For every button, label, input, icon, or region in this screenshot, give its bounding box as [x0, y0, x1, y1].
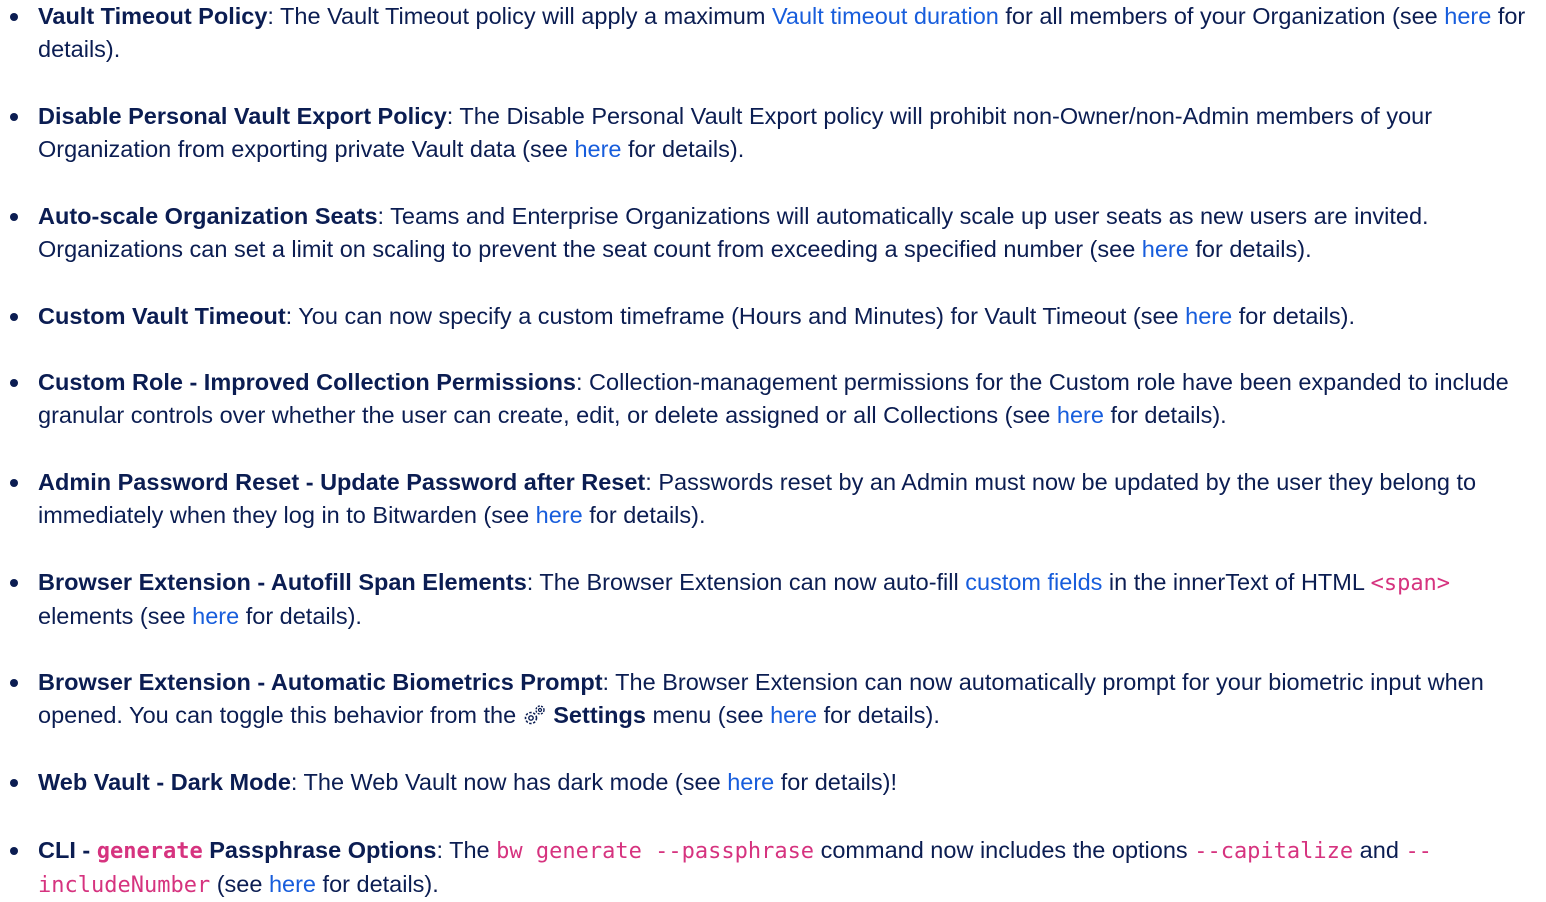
item-text: for details).: [1188, 236, 1312, 262]
span-code: <span>: [1370, 571, 1451, 596]
list-item: CLI - generate Passphrase Options: The b…: [10, 834, 1528, 902]
here-link[interactable]: here: [536, 502, 583, 528]
item-title: Vault Timeout Policy: [38, 3, 268, 29]
here-link[interactable]: here: [1185, 303, 1232, 329]
item-text: for details).: [621, 136, 745, 162]
list-item: Browser Extension - Autofill Span Elemen…: [10, 566, 1528, 633]
bullet: [10, 213, 18, 221]
capitalize-code: --capitalize: [1194, 839, 1354, 864]
item-text: : The: [436, 837, 497, 863]
item-title: Admin Password Reset - Update Password a…: [38, 469, 646, 495]
gears-icon: [523, 702, 547, 725]
item-text: for details).: [817, 702, 940, 728]
item-text: for details)!: [774, 769, 898, 795]
bullet: [10, 479, 18, 487]
item-text: in the innerText of HTML: [1102, 569, 1371, 595]
item-title: Custom Vault Timeout: [38, 303, 286, 329]
list-item: Admin Password Reset - Update Password a…: [10, 466, 1528, 532]
item-text: for details).: [1103, 402, 1227, 428]
command-code: bw generate --passphrase: [496, 839, 815, 864]
item-text: : The Web Vault now has dark mode (see: [290, 769, 728, 795]
item-title: CLI -: [38, 837, 97, 863]
bullet: [10, 379, 18, 387]
item-text: for details).: [239, 603, 362, 629]
item-text: for details).: [1232, 303, 1355, 329]
item-text: elements (see: [38, 603, 193, 629]
vault-timeout-duration-link[interactable]: Vault timeout duration: [772, 3, 999, 29]
bullet: [10, 579, 18, 587]
item-text: for details).: [316, 871, 439, 897]
item-title: Custom Role - Improved Collection Permis…: [38, 369, 576, 395]
item-title: Passphrase Options: [202, 837, 437, 863]
list-item: Browser Extension - Automatic Biometrics…: [10, 666, 1528, 732]
item-text: and: [1353, 837, 1406, 863]
item-text: for details).: [582, 502, 706, 528]
item-title: Browser Extension - Autofill Span Elemen…: [38, 569, 527, 595]
bullet: [10, 13, 18, 21]
here-link[interactable]: here: [192, 603, 239, 629]
item-title: Browser Extension - Automatic Biometrics…: [38, 669, 603, 695]
here-link[interactable]: here: [269, 871, 316, 897]
list-item: Custom Role - Improved Collection Permis…: [10, 366, 1528, 432]
list-item: Disable Personal Vault Export Policy: Th…: [10, 100, 1528, 166]
list-item: Auto-scale Organization Seats: Teams and…: [10, 200, 1528, 266]
here-link[interactable]: here: [1444, 3, 1491, 29]
bullet: [10, 313, 18, 321]
item-text: command now includes the options: [814, 837, 1195, 863]
item-title: Disable Personal Vault Export Policy: [38, 103, 447, 129]
settings-label: Settings: [553, 702, 646, 728]
item-text: (see: [210, 871, 269, 897]
item-title: Web Vault - Dark Mode: [38, 769, 291, 795]
bullet: [10, 779, 18, 787]
here-link[interactable]: here: [770, 702, 817, 728]
item-text: menu (see: [645, 702, 771, 728]
custom-fields-link[interactable]: custom fields: [965, 569, 1102, 595]
bullet: [10, 847, 18, 855]
bullet: [10, 113, 18, 121]
bullet: [10, 679, 18, 687]
generate-code: generate: [96, 839, 203, 864]
item-text: : You can now specify a custom timeframe…: [285, 303, 1186, 329]
item-title: Auto-scale Organization Seats: [38, 203, 378, 229]
here-link[interactable]: here: [1142, 236, 1189, 262]
item-text: : The Browser Extension can now auto-fil…: [526, 569, 966, 595]
list-item: Vault Timeout Policy: The Vault Timeout …: [10, 0, 1528, 66]
list-item: Web Vault - Dark Mode: The Web Vault now…: [10, 766, 1528, 799]
item-text: for all members of your Organization (se…: [998, 3, 1445, 29]
here-link[interactable]: here: [574, 136, 621, 162]
here-link[interactable]: here: [1057, 402, 1104, 428]
list-item: Custom Vault Timeout: You can now specif…: [10, 300, 1528, 333]
item-text: : The Vault Timeout policy will apply a …: [267, 3, 772, 29]
here-link[interactable]: here: [727, 769, 774, 795]
